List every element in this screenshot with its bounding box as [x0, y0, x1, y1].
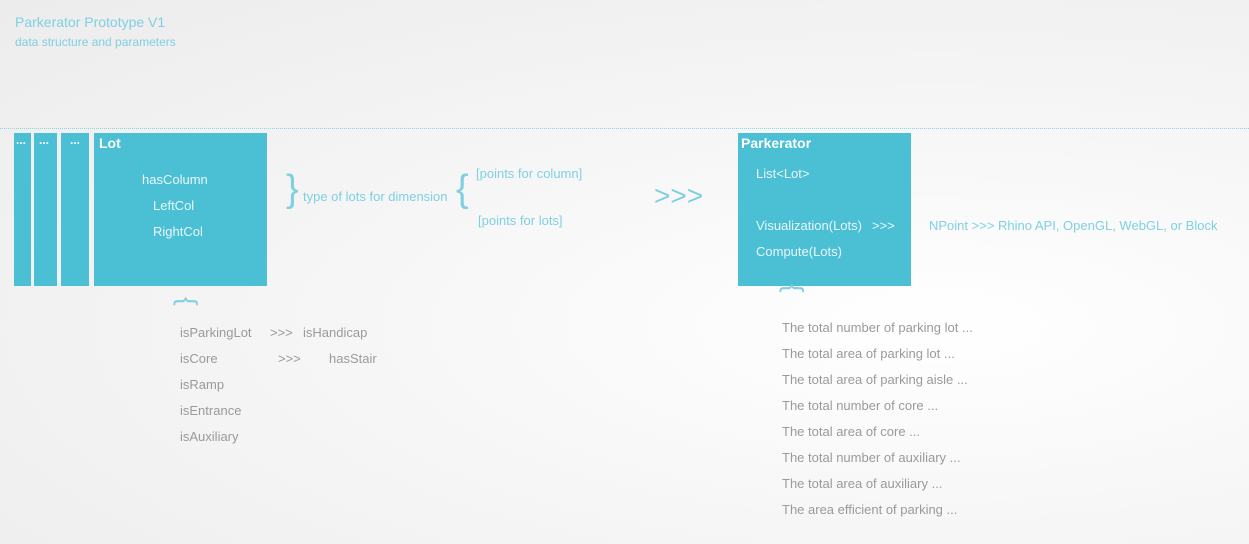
- right-brace-icon: }: [286, 168, 299, 210]
- lot-stack-card: ...: [14, 133, 31, 286]
- left-brace-icon: {: [456, 168, 469, 210]
- brace-label: type of lots for dimension: [303, 189, 448, 204]
- divider: [0, 128, 1249, 129]
- lot-stack-label: ...: [70, 133, 81, 147]
- dimension-item: [points for column]: [476, 166, 583, 181]
- lot-type-arrow: >>>: [270, 325, 293, 340]
- lot-type: isRamp: [180, 377, 225, 392]
- lot-field: RightCol: [153, 224, 203, 239]
- result-item: The total area of parking lot ...: [782, 346, 955, 361]
- parkerator-compute: Compute(Lots): [756, 244, 842, 259]
- lot-box: Lot hasColumn LeftCol RightCol: [94, 133, 267, 286]
- flow-arrow: >>>: [654, 180, 704, 211]
- parkerator-title: Parkerator: [741, 135, 812, 151]
- result-item: The total area of core ...: [782, 424, 921, 439]
- dimension-item: [points for lots]: [478, 213, 563, 228]
- lot-stack-label: ...: [16, 133, 27, 147]
- result-item: The area efficient of parking ...: [782, 502, 958, 517]
- page-subtitle: data structure and parameters: [15, 35, 176, 49]
- lot-type: isCore: [180, 351, 218, 366]
- lot-field: LeftCol: [153, 198, 195, 213]
- down-brace-icon: {: [779, 284, 809, 293]
- down-brace-icon: {: [173, 297, 203, 306]
- lot-stack-card: ...: [34, 133, 57, 286]
- result-item: The total number of core ...: [782, 398, 939, 413]
- page-title: Parkerator Prototype V1: [15, 14, 166, 30]
- lot-field: hasColumn: [142, 172, 208, 187]
- parkerator-list: List<Lot>: [756, 166, 810, 181]
- lot-subtype: hasStair: [329, 351, 377, 366]
- lot-stack-label: ...: [39, 133, 50, 147]
- result-item: The total number of parking lot ...: [782, 320, 973, 335]
- result-item: The total area of auxiliary ...: [782, 476, 943, 491]
- lot-type: isEntrance: [180, 403, 242, 418]
- lot-type-arrow: >>>: [278, 351, 301, 366]
- lot-subtype: isHandicap: [303, 325, 368, 340]
- result-item: The total number of auxiliary ...: [782, 450, 961, 465]
- output-description: NPoint >>> Rhino API, OpenGL, WebGL, or …: [929, 218, 1218, 233]
- visualization-arrow: >>>: [872, 218, 895, 233]
- parkerator-visualization: Visualization(Lots): [756, 218, 862, 233]
- result-item: The total area of parking aisle ...: [782, 372, 968, 387]
- lot-title: Lot: [99, 135, 121, 151]
- lot-stack-card: ...: [61, 133, 89, 286]
- parkerator-box: Parkerator List<Lot> Visualization(Lots)…: [738, 133, 911, 286]
- lot-type: isParkingLot: [180, 325, 252, 340]
- lot-type: isAuxiliary: [180, 429, 239, 444]
